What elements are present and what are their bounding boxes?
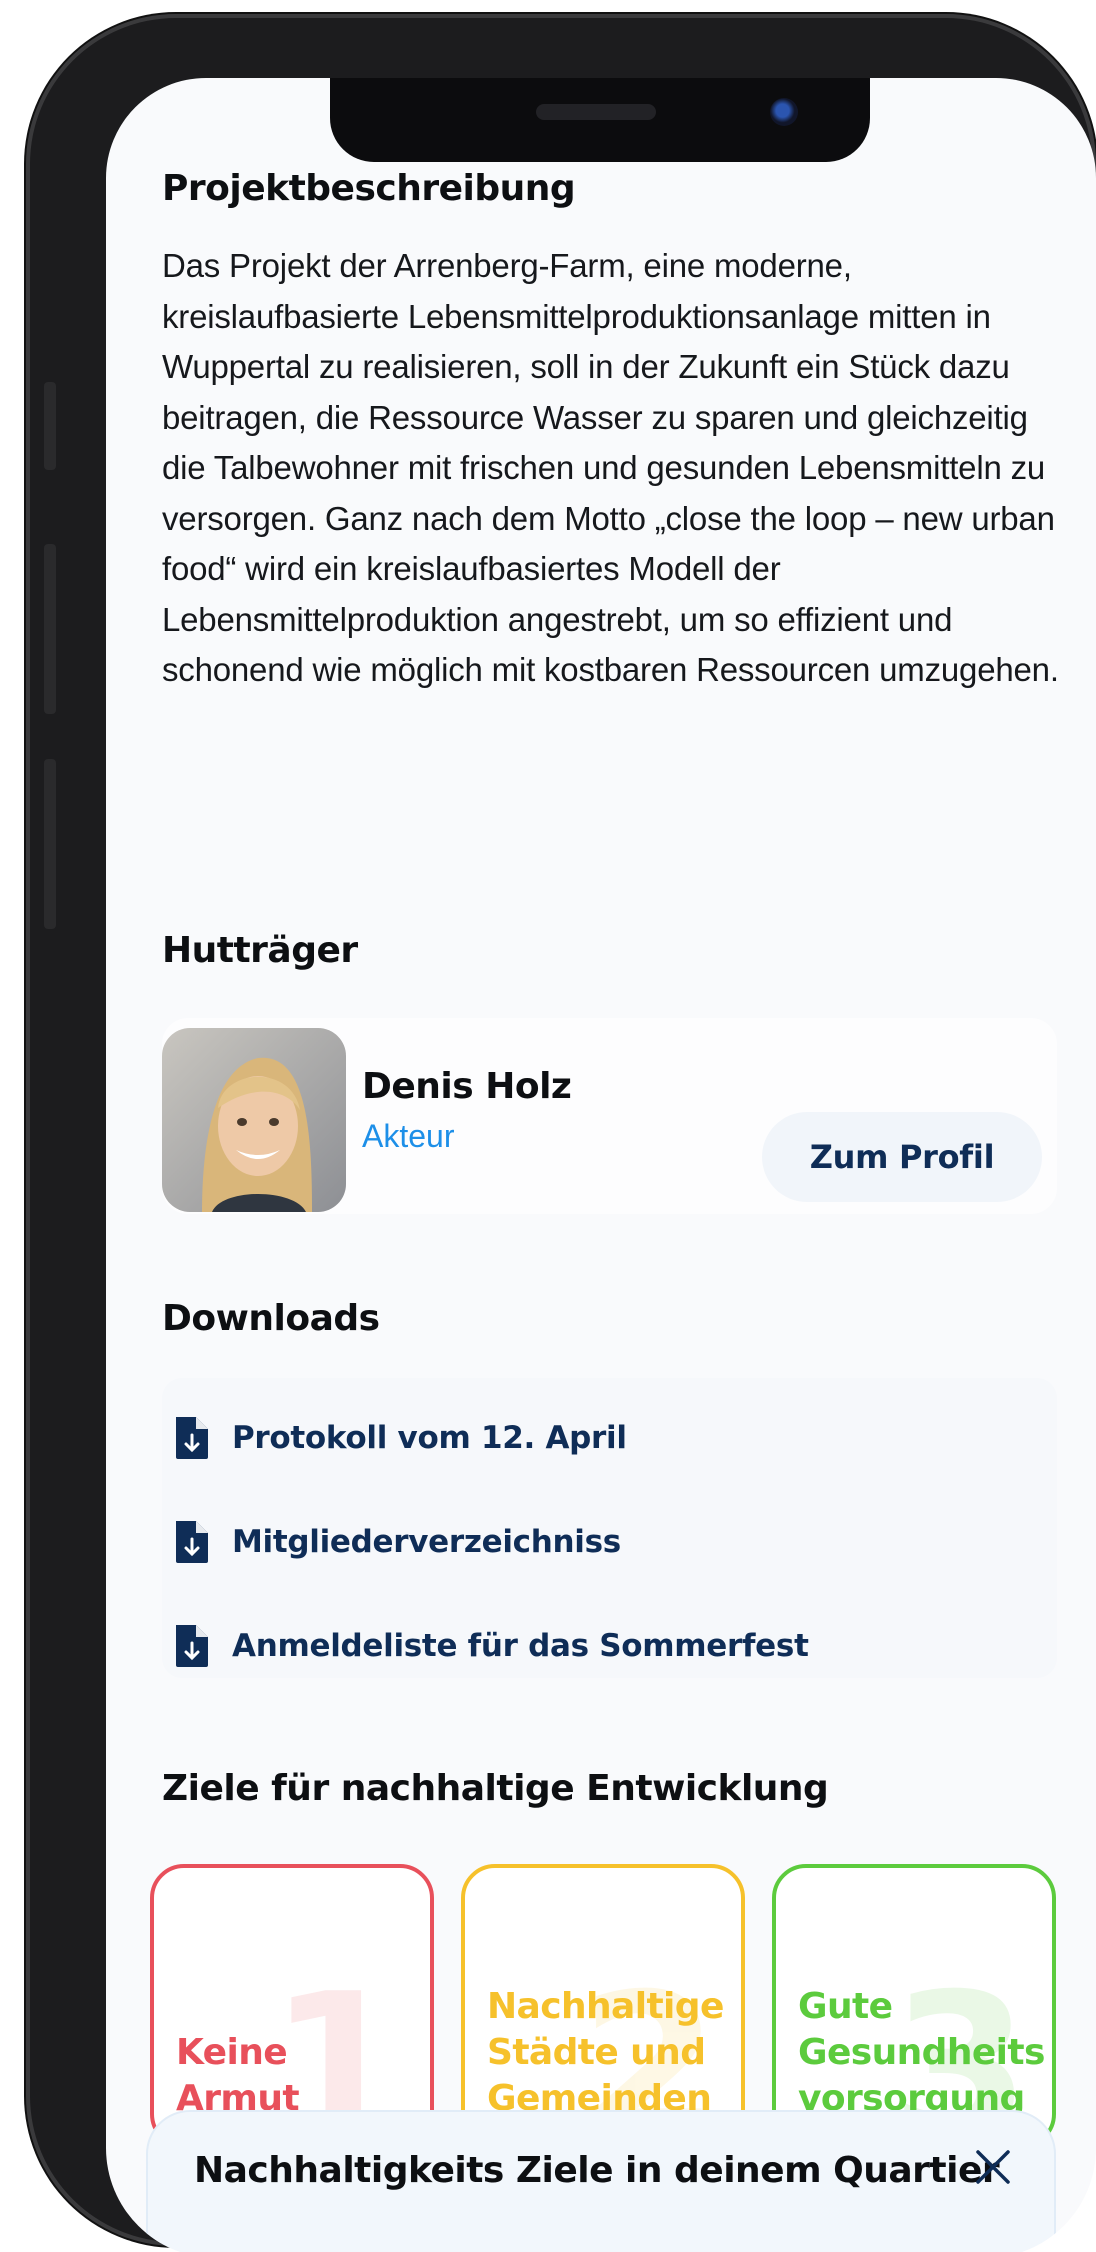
download-item[interactable]: Protokoll vom 12. April: [172, 1408, 627, 1468]
download-label: Protokoll vom 12. April: [232, 1420, 627, 1456]
volume-up-button: [44, 544, 56, 714]
sdg-title: Gute Gesundheits vorsorgung: [798, 1984, 1045, 2122]
file-download-icon: [176, 1521, 208, 1563]
close-icon[interactable]: [968, 2142, 1018, 2192]
phone-frame: Projektbeschreibung Das Projekt der Arre…: [26, 14, 1096, 2252]
volume-down-button: [44, 759, 56, 929]
file-download-icon: [176, 1625, 208, 1667]
avatar[interactable]: [162, 1028, 346, 1212]
sdg-card-sustainable-cities[interactable]: 2 Nachhaltige Städte und Gemeinden: [461, 1864, 745, 2148]
sdg-title-line: Gute: [798, 1986, 893, 2027]
screen: Projektbeschreibung Das Projekt der Arre…: [106, 78, 1096, 2252]
holder-name: Denis Holz: [362, 1066, 572, 1107]
sdg-title-line: Gesundheits: [798, 2032, 1045, 2073]
holder-heading: Hutträger: [162, 930, 358, 971]
download-item[interactable]: Mitgliederverzeichniss: [172, 1512, 621, 1572]
mute-switch: [44, 382, 56, 470]
sdg-title-line: Keine: [176, 2032, 288, 2073]
sdg-card-good-health[interactable]: 3 Gute Gesundheits vorsorgung: [772, 1864, 1056, 2148]
bottom-sheet[interactable]: Nachhaltigkeits Ziele in deinem Quartier: [146, 2110, 1056, 2252]
bottom-sheet-title: Nachhaltigkeits Ziele in deinem Quartier: [194, 2150, 1000, 2191]
front-camera: [770, 98, 798, 126]
holder-card: Denis Holz Akteur Zum Profil: [162, 1018, 1057, 1214]
file-download-icon: [176, 1417, 208, 1459]
sdg-title-line: Städte und: [487, 2032, 706, 2073]
holder-role[interactable]: Akteur: [362, 1118, 454, 1155]
speaker: [536, 104, 656, 120]
download-label: Anmeldeliste für das Sommerfest: [232, 1628, 809, 1664]
sdg-card-no-poverty[interactable]: 1 Keine Armut: [150, 1864, 434, 2148]
project-content: Projektbeschreibung Das Projekt der Arre…: [150, 168, 1062, 2148]
sdg-title-line: Nachhaltige: [487, 1986, 724, 2027]
notch: [330, 78, 870, 162]
profile-button[interactable]: Zum Profil: [762, 1112, 1042, 1202]
download-item[interactable]: Anmeldeliste für das Sommerfest: [172, 1616, 809, 1676]
download-label: Mitgliederverzeichniss: [232, 1524, 621, 1560]
description-heading: Projektbeschreibung: [162, 168, 576, 209]
downloads-list: Protokoll vom 12. April Mitgliederverzei…: [162, 1378, 1057, 1678]
sdg-title: Keine Armut: [176, 2030, 300, 2122]
description-text: Das Projekt der Arrenberg-Farm, eine mod…: [162, 247, 1059, 688]
sdg-title: Nachhaltige Städte und Gemeinden: [487, 1984, 724, 2122]
downloads-heading: Downloads: [162, 1298, 380, 1339]
sdg-heading: Ziele für nachhaltige Entwicklung: [162, 1768, 829, 1809]
